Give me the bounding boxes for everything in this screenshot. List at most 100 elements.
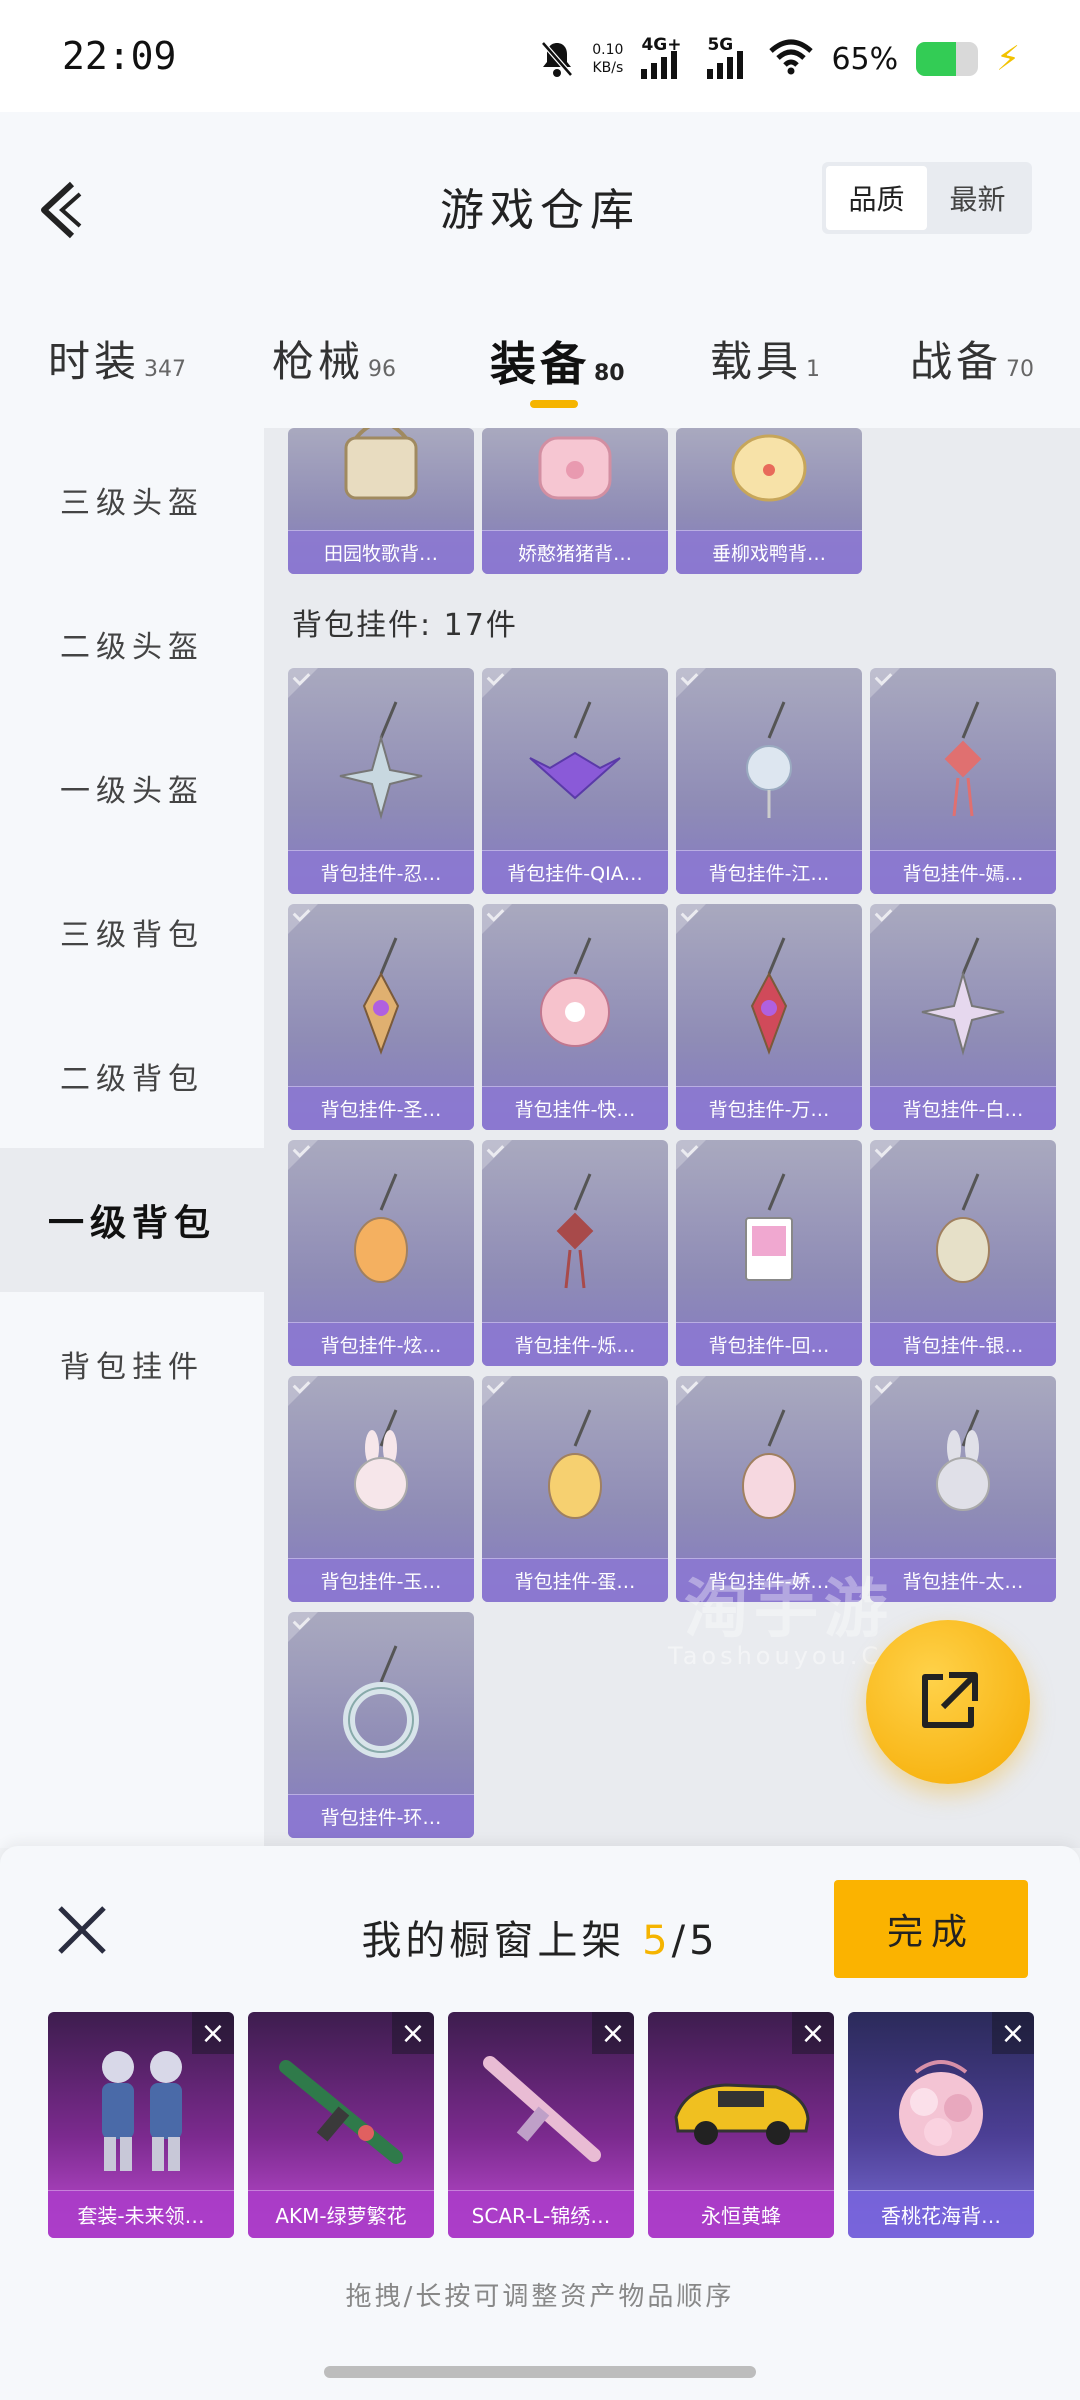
sidebar-item-backpack-pendant[interactable]: 背包挂件 <box>0 1292 264 1436</box>
sidebar: 三级头盔 二级头盔 一级头盔 三级背包 二级背包 一级背包 背包挂件 <box>0 428 264 1848</box>
active-tab-indicator <box>530 400 578 408</box>
duck-backpack-icon <box>676 428 862 538</box>
status-time: 22:09 <box>62 34 177 78</box>
scar-rifle-icon <box>448 2032 634 2182</box>
shelf-item[interactable]: × 永恒黄蜂 <box>648 2012 834 2238</box>
sort-toggle[interactable]: 品质 最新 <box>822 162 1032 234</box>
pendant-card[interactable]: 背包挂件-万… <box>676 904 862 1130</box>
shelf-item[interactable]: × AKM-绿萝繁花 <box>248 2012 434 2238</box>
knot-pendant-icon <box>870 688 1056 838</box>
astronaut-outfit-icon <box>48 2032 234 2182</box>
sidebar-item-backpack-lv3[interactable]: 三级背包 <box>0 860 264 1004</box>
home-indicator[interactable] <box>324 2366 756 2378</box>
share-button[interactable] <box>866 1620 1030 1784</box>
pendant-card[interactable]: 背包挂件-快… <box>482 904 668 1130</box>
tab-guns-label: 枪械 <box>272 337 365 386</box>
tab-equipment-label: 装备 <box>490 337 590 391</box>
astronaut-pendant-icon <box>870 1396 1056 1546</box>
shuriken-pendant-icon <box>288 688 474 838</box>
signal-5g-icon: 5G <box>707 35 751 79</box>
pendant-label: 背包挂件-万… <box>676 1086 862 1130</box>
pendant-label: 背包挂件-炫… <box>288 1322 474 1366</box>
mute-bell-icon <box>540 39 574 79</box>
tab-guns[interactable]: 枪械 96 <box>272 328 396 389</box>
pendant-label: 背包挂件-快… <box>482 1086 668 1130</box>
sort-quality-option[interactable]: 品质 <box>826 166 927 230</box>
pendant-card[interactable]: 背包挂件-环… <box>288 1612 474 1838</box>
shelf-item-label: 永恒黄蜂 <box>648 2190 834 2238</box>
yellow-car-icon <box>648 2032 834 2182</box>
pendant-card[interactable]: 背包挂件-白… <box>870 904 1056 1130</box>
pendant-card[interactable]: 背包挂件-烁… <box>482 1140 668 1366</box>
item-card[interactable]: 垂柳戏鸭背… <box>676 428 862 574</box>
tab-vehicles[interactable]: 载具 1 <box>710 328 820 389</box>
pendant-card[interactable]: 背包挂件-太… <box>870 1376 1056 1602</box>
signal-5g-label: 5G <box>707 35 734 55</box>
pendant-card[interactable]: 背包挂件-银… <box>870 1140 1056 1366</box>
pendant-card[interactable]: 背包挂件-玉… <box>288 1376 474 1602</box>
sidebar-item-helmet-lv3[interactable]: 三级头盔 <box>0 428 264 572</box>
tab-equipment[interactable]: 装备 80 <box>490 328 625 394</box>
shelf-item[interactable]: × 套装-未来领… <box>48 2012 234 2238</box>
egg-pendant-icon <box>288 1160 474 1310</box>
showcase-panel: 我的橱窗上架 5/5 完成 × 套装-未来领… × AKM-绿萝繁花 × SCA… <box>0 1846 1080 2400</box>
flower-backpack-icon <box>848 2032 1034 2182</box>
sidebar-item-helmet-lv2[interactable]: 二级头盔 <box>0 572 264 716</box>
battery-icon <box>916 42 979 76</box>
shelf-item-label: AKM-绿萝繁花 <box>248 2190 434 2238</box>
share-export-icon <box>922 1672 978 1728</box>
shelf-item-label: 套装-未来领… <box>48 2190 234 2238</box>
sidebar-item-backpack-lv2[interactable]: 二级背包 <box>0 1004 264 1148</box>
sidebar-item-helmet-lv1[interactable]: 一级头盔 <box>0 716 264 860</box>
header: 游戏仓库 品质 最新 时装 347 枪械 96 装备 80 载具 1 战备 70 <box>0 112 1080 428</box>
pendant-label: 背包挂件-江… <box>676 850 862 894</box>
showcase-count-current: 5 <box>642 1918 672 1964</box>
pendant-label: 背包挂件-银… <box>870 1322 1056 1366</box>
charging-bolt-icon: ⚡ <box>996 39 1020 79</box>
tab-vehicles-label: 载具 <box>710 337 803 386</box>
net-speed: 0.10 KB/s <box>592 41 623 77</box>
tab-battle-supplies-count: 70 <box>1006 357 1035 382</box>
akm-rifle-icon <box>248 2032 434 2182</box>
showcase-title-text: 我的橱窗上架 <box>361 1918 626 1964</box>
pendant-card[interactable]: 背包挂件-QIA… <box>482 668 668 894</box>
pendant-label: 背包挂件-回… <box>676 1322 862 1366</box>
pendant-card[interactable]: 背包挂件-回… <box>676 1140 862 1366</box>
pendant-card[interactable]: 背包挂件-江… <box>676 668 862 894</box>
pendant-label: 背包挂件-圣… <box>288 1086 474 1130</box>
signal-4g-label: 4G+ <box>641 35 682 55</box>
flower-pendant-icon <box>676 688 862 838</box>
pendant-card[interactable]: 背包挂件-炫… <box>288 1140 474 1366</box>
section-label: 背包挂件: 17件 <box>292 608 518 643</box>
bunny-pendant-icon <box>288 1396 474 1546</box>
star-pendant-icon <box>870 924 1056 1074</box>
pendant-label: 背包挂件-太… <box>870 1558 1056 1602</box>
item-label: 垂柳戏鸭背… <box>676 530 862 574</box>
tassel-pendant-icon <box>482 1160 668 1310</box>
card-pendant-icon <box>676 1160 862 1310</box>
battery-percent: 65% <box>831 41 899 77</box>
reorder-hint: 拖拽/长按可调整资产物品顺序 <box>345 2282 735 2312</box>
shelf-item[interactable]: × SCAR-L-锦绣… <box>448 2012 634 2238</box>
pendant-label: 背包挂件-娇… <box>676 1558 862 1602</box>
item-card[interactable]: 田园牧歌背… <box>288 428 474 574</box>
tab-battle-supplies[interactable]: 战备 70 <box>910 328 1034 389</box>
tab-fashion[interactable]: 时装 347 <box>48 328 186 389</box>
pendant-label: 背包挂件-QIA… <box>482 850 668 894</box>
crystal-pendant-icon <box>288 924 474 1074</box>
signal-4g-icon: 4G+ <box>641 35 689 79</box>
item-card[interactable]: 娇憨猪猪背… <box>482 428 668 574</box>
shelf-item[interactable]: × 香桃花海背… <box>848 2012 1034 2238</box>
done-button[interactable]: 完成 <box>834 1880 1028 1978</box>
status-bar: 22:09 0.10 KB/s 4G+ 5G 65% ⚡ <box>0 0 1080 112</box>
net-speed-unit: KB/s <box>592 60 624 76</box>
sidebar-item-backpack-lv1[interactable]: 一级背包 <box>0 1148 264 1292</box>
tab-guns-count: 96 <box>368 357 397 382</box>
pendant-card[interactable]: 背包挂件-蛋… <box>482 1376 668 1602</box>
pendant-card[interactable]: 背包挂件-娇… <box>676 1376 862 1602</box>
pendant-card[interactable]: 背包挂件-圣… <box>288 904 474 1130</box>
pendant-card[interactable]: 背包挂件-忍… <box>288 668 474 894</box>
item-label: 田园牧歌背… <box>288 530 474 574</box>
sort-newest-option[interactable]: 最新 <box>927 166 1028 230</box>
pendant-card[interactable]: 背包挂件-嫣… <box>870 668 1056 894</box>
